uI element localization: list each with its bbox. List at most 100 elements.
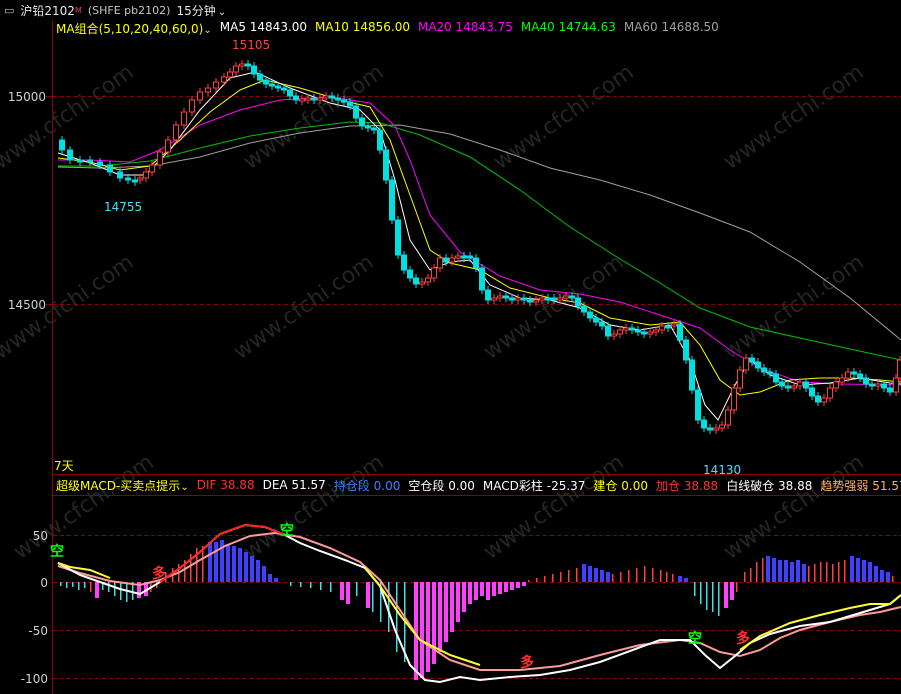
candle-up[interactable]	[557, 297, 563, 301]
candle-down[interactable]	[401, 254, 407, 271]
candle-down[interactable]	[809, 387, 815, 397]
candle-down[interactable]	[407, 269, 413, 279]
candle-up[interactable]	[221, 76, 227, 83]
candle-up[interactable]	[797, 381, 803, 387]
candle-up[interactable]	[165, 139, 171, 153]
candle-down[interactable]	[371, 127, 377, 131]
candle-up[interactable]	[893, 377, 899, 393]
candle-down[interactable]	[353, 105, 359, 119]
candle-down[interactable]	[503, 295, 509, 299]
candle-down[interactable]	[377, 129, 383, 151]
candle-down[interactable]	[287, 89, 293, 97]
candle-down[interactable]	[245, 63, 251, 67]
candle-up[interactable]	[659, 325, 665, 331]
candle-down[interactable]	[347, 101, 353, 107]
candle-up[interactable]	[839, 377, 845, 383]
candle-up[interactable]	[623, 327, 629, 331]
candle-up[interactable]	[437, 257, 443, 269]
candle-up[interactable]	[491, 297, 497, 301]
candle-down[interactable]	[473, 257, 479, 269]
candle-up[interactable]	[137, 177, 143, 181]
candle-down[interactable]	[395, 219, 401, 256]
candle-up[interactable]	[205, 87, 211, 93]
candle-down[interactable]	[803, 381, 809, 389]
candle-down[interactable]	[605, 325, 611, 337]
candle-down[interactable]	[527, 299, 533, 303]
candle-down[interactable]	[251, 65, 257, 75]
candle-up[interactable]	[181, 111, 187, 126]
candle-up[interactable]	[227, 71, 233, 78]
candle-up[interactable]	[305, 97, 311, 101]
candle-down[interactable]	[329, 95, 335, 99]
candle-down[interactable]	[857, 373, 863, 379]
candle-down[interactable]	[125, 177, 131, 181]
candle-down[interactable]	[275, 85, 281, 89]
candle-down[interactable]	[479, 267, 485, 291]
candle-down[interactable]	[695, 389, 701, 421]
candle-up[interactable]	[845, 371, 851, 379]
candle-up[interactable]	[299, 98, 305, 102]
candle-down[interactable]	[59, 139, 65, 151]
candle-up[interactable]	[197, 91, 203, 101]
candle-up[interactable]	[317, 97, 323, 101]
candle-up[interactable]	[611, 333, 617, 337]
candle-up[interactable]	[431, 267, 437, 279]
candle-up[interactable]	[533, 299, 539, 303]
candle-up[interactable]	[719, 424, 725, 429]
candle-down[interactable]	[779, 381, 785, 387]
candle-down[interactable]	[467, 255, 473, 259]
candle-down[interactable]	[755, 361, 761, 369]
candle-up[interactable]	[647, 331, 653, 335]
candle-up[interactable]	[563, 295, 569, 299]
candle-up[interactable]	[743, 357, 749, 371]
candle-down[interactable]	[389, 179, 395, 221]
candle-down[interactable]	[545, 297, 551, 301]
candle-down[interactable]	[869, 383, 875, 387]
candle-down[interactable]	[311, 97, 317, 101]
candle-down[interactable]	[575, 297, 581, 307]
candle-down[interactable]	[689, 359, 695, 391]
candle-down[interactable]	[97, 161, 103, 166]
candle-up[interactable]	[713, 427, 719, 431]
candle-down[interactable]	[767, 371, 773, 375]
candle-up[interactable]	[455, 255, 461, 259]
candle-up[interactable]	[189, 99, 195, 113]
candle-up[interactable]	[143, 171, 149, 179]
candle-up[interactable]	[731, 387, 737, 411]
candle-down[interactable]	[599, 321, 605, 327]
candle-up[interactable]	[419, 281, 425, 285]
chart-canvas[interactable]: www.cfchi.com www.cfchi.com www.cfchi.co…	[0, 0, 901, 694]
candle-up[interactable]	[323, 95, 329, 99]
candle-down[interactable]	[707, 427, 713, 431]
candle-up[interactable]	[875, 383, 881, 387]
candle-up[interactable]	[737, 369, 743, 389]
candle-down[interactable]	[677, 323, 683, 341]
candle-up[interactable]	[449, 257, 455, 263]
candle-down[interactable]	[521, 297, 527, 301]
candle-down[interactable]	[701, 419, 707, 429]
candle-up[interactable]	[791, 385, 797, 389]
candle-down[interactable]	[341, 99, 347, 103]
candle-up[interactable]	[149, 164, 155, 173]
candle-down[interactable]	[117, 171, 123, 179]
candle-down[interactable]	[815, 395, 821, 403]
candle-down[interactable]	[587, 311, 593, 319]
candle-up[interactable]	[653, 329, 659, 333]
candle-up[interactable]	[233, 65, 239, 73]
candle-up[interactable]	[515, 297, 521, 301]
candle-down[interactable]	[293, 95, 299, 101]
indicator-selector[interactable]: 超级MACD-买卖点提示⌄	[56, 477, 189, 494]
candle-down[interactable]	[77, 159, 83, 163]
candle-down[interactable]	[359, 117, 365, 127]
candle-up[interactable]	[539, 297, 545, 301]
chevron-down-icon[interactable]: ⌄	[180, 482, 188, 493]
candle-down[interactable]	[569, 295, 575, 299]
candle-up[interactable]	[827, 387, 833, 399]
candle-down[interactable]	[863, 377, 869, 385]
candle-down[interactable]	[581, 305, 587, 313]
candle-down[interactable]	[335, 97, 341, 101]
candle-up[interactable]	[425, 277, 431, 283]
candle-down[interactable]	[383, 149, 389, 181]
candle-up[interactable]	[157, 151, 163, 166]
candle-up[interactable]	[833, 381, 839, 389]
